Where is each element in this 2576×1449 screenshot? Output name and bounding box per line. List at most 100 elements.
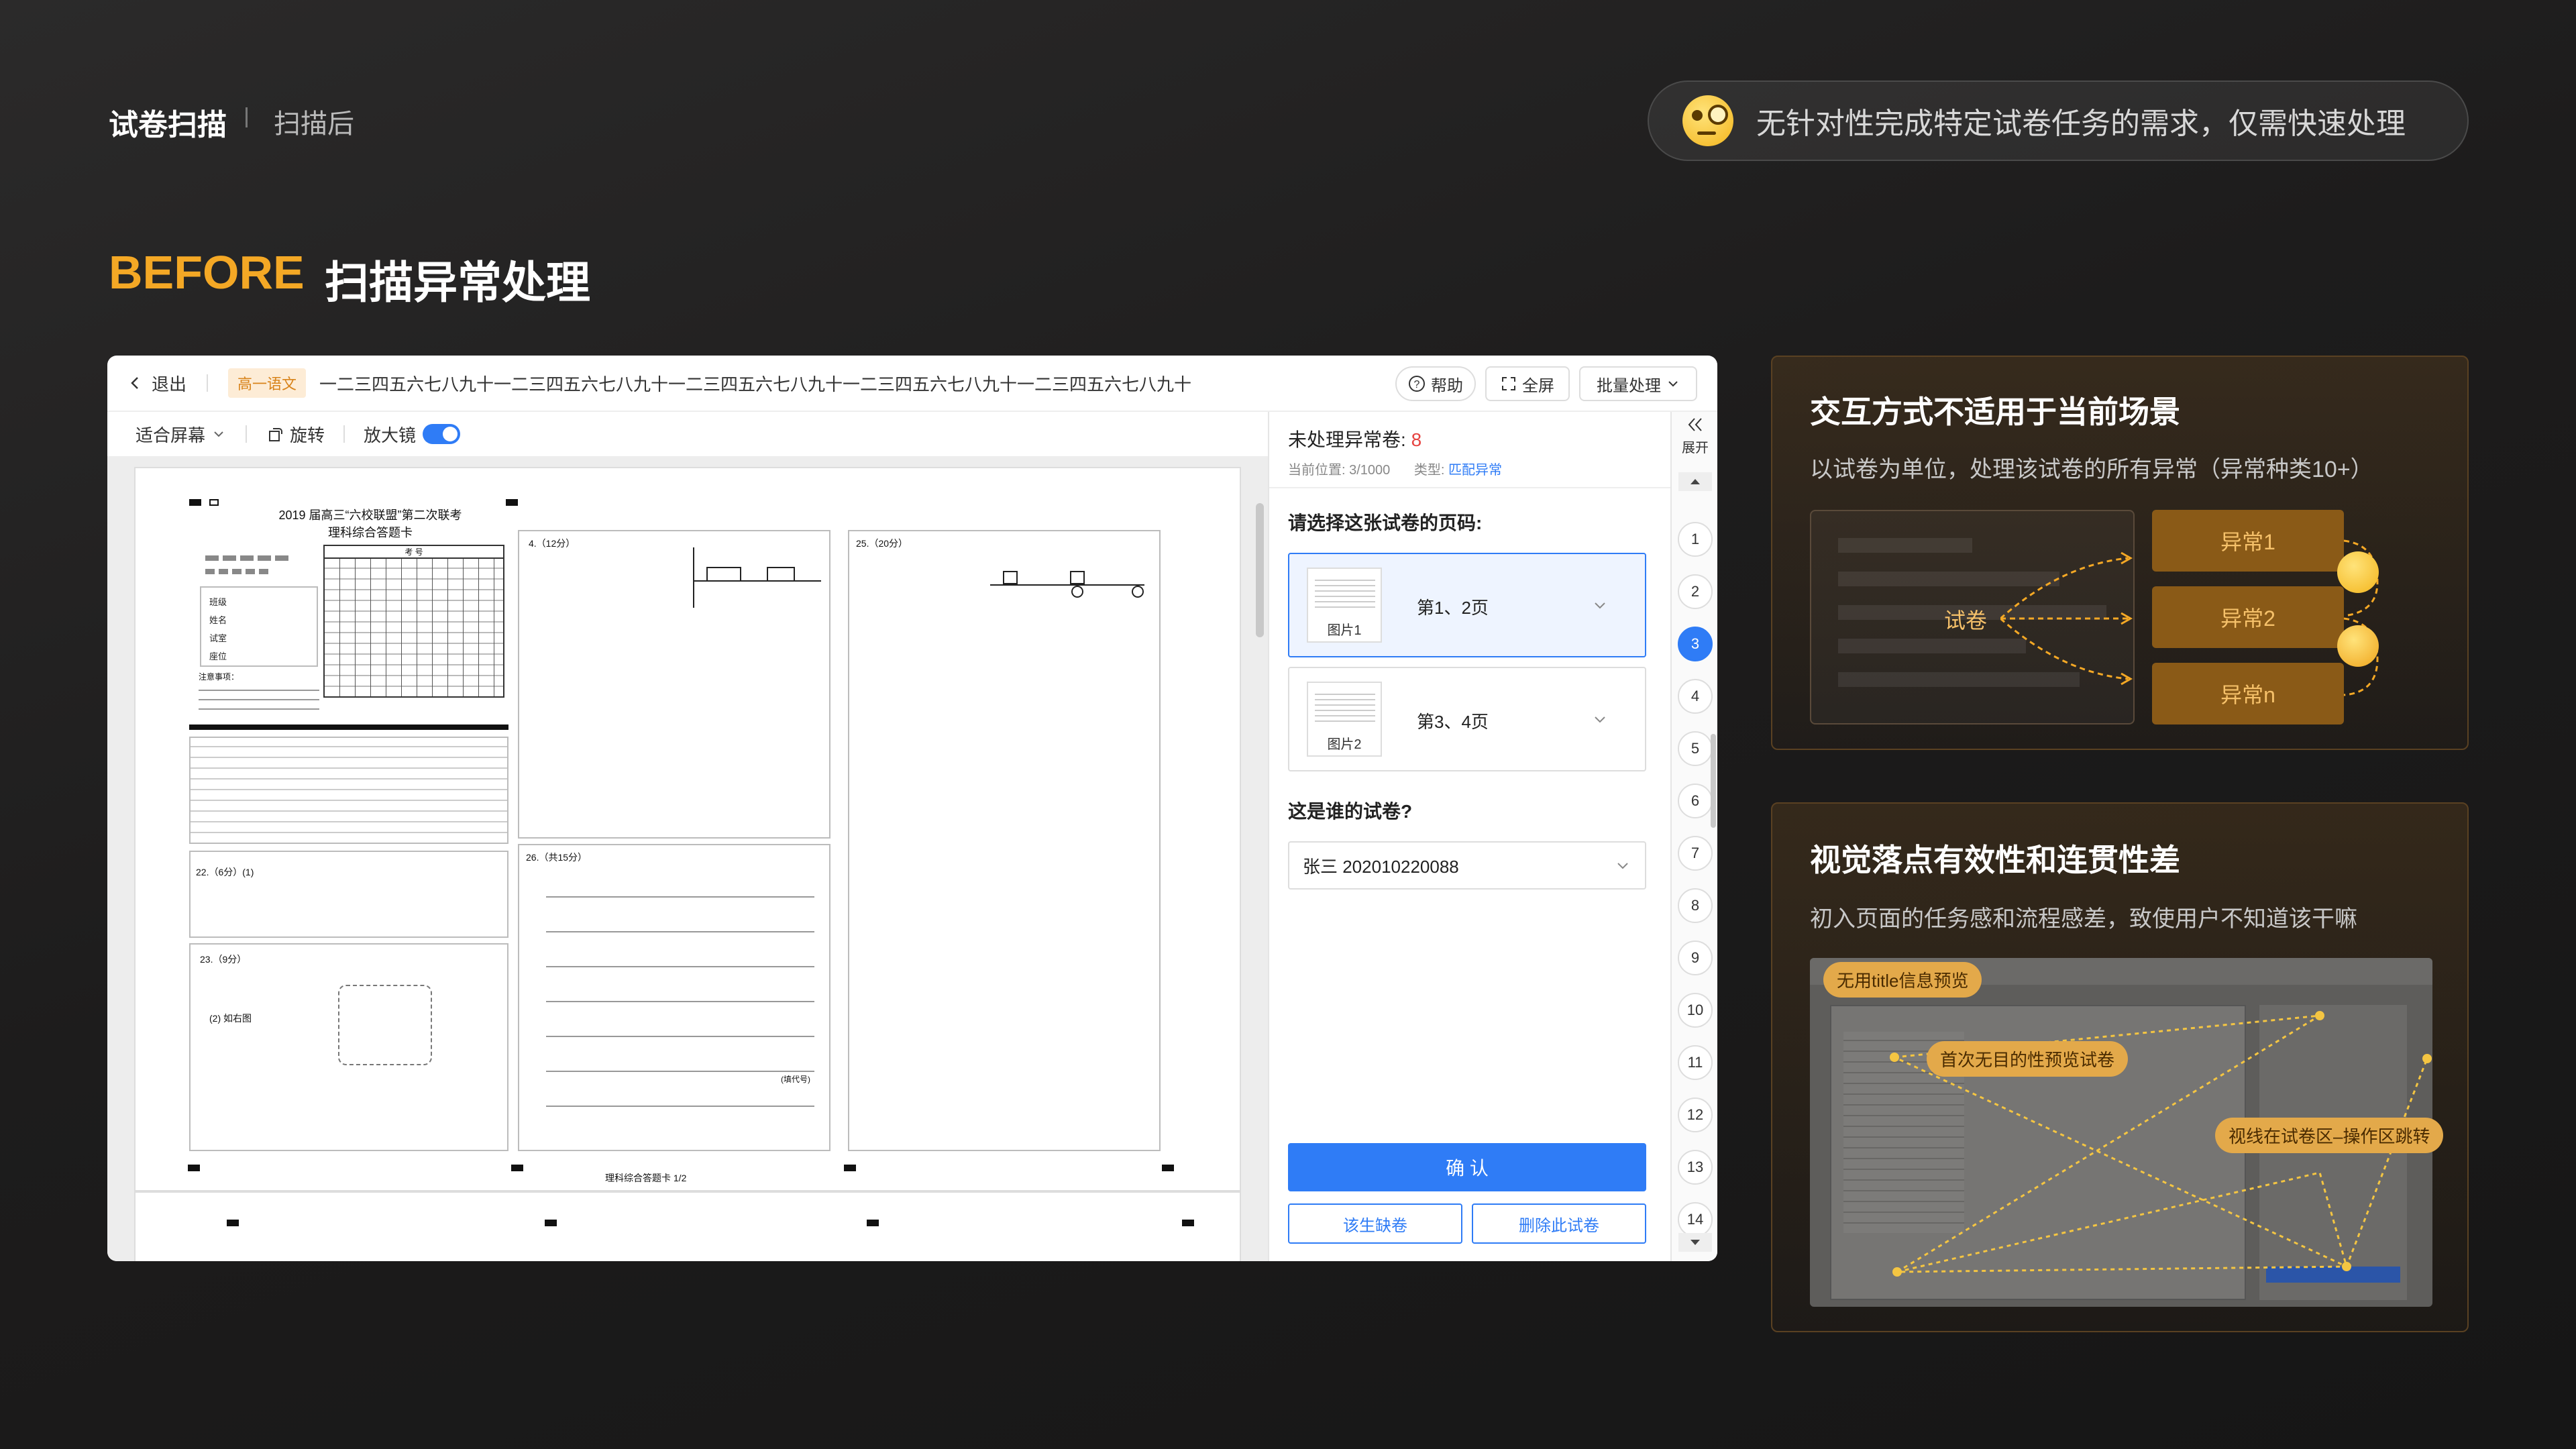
divider <box>207 374 209 392</box>
anomaly-2: 异常2 <box>2152 586 2344 648</box>
page-number-1[interactable]: 1 <box>1678 522 1713 557</box>
mechanics-figure <box>990 571 1144 598</box>
page-number-3[interactable]: 3 <box>1678 627 1713 661</box>
fullscreen-icon <box>1502 377 1515 390</box>
image-option-1[interactable]: 图片1 第1、2页 <box>1288 553 1646 657</box>
viewer-toolbar: 适合屏幕 旋转 放大镜 <box>107 412 1268 456</box>
fit-screen-dropdown[interactable]: 适合屏幕 <box>136 422 225 447</box>
caret-up-icon <box>1690 479 1700 484</box>
rotate-label: 旋转 <box>290 425 325 445</box>
chevron-down-icon <box>1595 602 1605 609</box>
page-select-1: 第1、2页 <box>1417 598 1489 618</box>
pending-label: 未处理异常卷: 8 <box>1288 429 1422 450</box>
confirm-button[interactable]: 确 认 <box>1288 1143 1646 1191</box>
chevron-down-icon <box>214 431 223 437</box>
annotation-tag-preview: 首次无目的性预览试卷 <box>1927 1041 2129 1077</box>
page-select-2: 第3、4页 <box>1417 712 1489 732</box>
delete-paper-button[interactable]: 删除此试卷 <box>1472 1203 1646 1244</box>
exam-title: 一二三四五六七八九十一二三四五六七八九十一二三四五六七八九十一二三四五六七八九十… <box>319 374 1192 394</box>
owner-question: 这是谁的试卷? <box>1288 801 1413 822</box>
divider <box>246 425 248 443</box>
card-text: 以试卷为单位，处理该试卷的所有异常（异常种类10+） <box>1810 457 2373 482</box>
question-26: 26.（共15分） (填代号) <box>518 844 830 1151</box>
scroll-up-button[interactable] <box>1678 472 1712 491</box>
chevron-down-icon <box>1617 863 1628 869</box>
toggle-knob <box>443 427 458 441</box>
help-button[interactable]: ? 帮助 <box>1395 366 1476 401</box>
index-scrollbar[interactable] <box>1711 734 1716 828</box>
divider <box>246 107 248 127</box>
annotation-tag-jump: 视线在试卷区–操作区跳转 <box>2215 1118 2444 1153</box>
card-text: 初入页面的任务感和流程感差，致使用户不知道该干嘛 <box>1810 906 2357 932</box>
anomaly-n: 异常n <box>2152 663 2344 724</box>
thumbnail-2[interactable]: 图片2 <box>1307 682 1382 757</box>
page-number-11[interactable]: 11 <box>1678 1045 1713 1080</box>
student-select[interactable]: 张三 202010220088 <box>1288 841 1646 890</box>
issue-card-interaction: 交互方式不适用于当前场景 以试卷为单位，处理该试卷的所有异常（异常种类10+） … <box>1771 356 2469 750</box>
page-subtitle: 扫描后 <box>274 109 354 139</box>
fullscreen-button[interactable]: 全屏 <box>1485 366 1570 401</box>
batch-process-dropdown[interactable]: 批量处理 <box>1579 366 1697 401</box>
question-23: 23.（9分） (2) 如右图 <box>189 943 508 1151</box>
chevron-down-icon <box>1595 716 1605 723</box>
info-box: 班级 姓名 试室 座位 <box>200 586 318 667</box>
rotate-button[interactable]: 旋转 <box>267 422 325 447</box>
answer-sheet-page-2 <box>134 1191 1241 1261</box>
image-option-2[interactable]: 图片2 第3、4页 <box>1288 667 1646 771</box>
page-number-5[interactable]: 5 <box>1678 731 1713 766</box>
pending-count: 8 <box>1411 429 1422 450</box>
exploding-head-icon <box>2337 625 2379 667</box>
magnifier-label: 放大镜 <box>364 425 417 445</box>
page-number-8[interactable]: 8 <box>1678 888 1713 923</box>
batch-label: 批量处理 <box>1597 376 1661 395</box>
question-4: 4.（12分） <box>518 530 830 839</box>
question-25: 25.（20分） <box>848 530 1161 1151</box>
document-viewer[interactable]: 2019 届高三“六校联盟”第二次联考 理科综合答题卡 班级 姓名 试室 座位 考 号… <box>107 456 1268 1261</box>
paper-index-bar: 展开 1 2 3 4 5 6 7 8 9 10 11 12 13 14 <box>1670 412 1717 1261</box>
chevron-left-icon <box>131 377 138 389</box>
page-number-13[interactable]: 13 <box>1678 1150 1713 1185</box>
expand-toggle[interactable]: 展开 <box>1672 416 1717 456</box>
page-number-2[interactable]: 2 <box>1678 574 1713 609</box>
operation-panel: 未处理异常卷: 8 当前位置: 3/1000 类型: 匹配异常 请选择这张试卷的… <box>1268 412 1672 1261</box>
card-title: 交互方式不适用于当前场景 <box>1810 394 2180 429</box>
fullscreen-label: 全屏 <box>1522 376 1554 395</box>
page-number-6[interactable]: 6 <box>1678 784 1713 818</box>
question-circle-icon: ? <box>1409 376 1425 392</box>
question-22: 22.（6分）(1) <box>189 851 508 938</box>
page-number-12[interactable]: 12 <box>1678 1097 1713 1132</box>
scroll-down-button[interactable] <box>1678 1233 1712 1252</box>
page-number-7[interactable]: 7 <box>1678 836 1713 871</box>
back-label: 退出 <box>152 374 187 394</box>
card-title: 视觉落点有效性和连贯性差 <box>1810 843 2180 877</box>
page-number-4[interactable]: 4 <box>1678 679 1713 714</box>
info-fields: 班级 姓名 试室 座位 <box>209 597 227 661</box>
divider <box>343 425 345 443</box>
page-number-10[interactable]: 10 <box>1678 993 1713 1028</box>
notice-pill: 无针对性完成特定试卷任务的需求，仅需快速处理 <box>1648 80 2469 161</box>
fit-label: 适合屏幕 <box>136 425 206 445</box>
thinking-face-icon <box>2337 551 2379 593</box>
annotation-tag-title: 无用title信息预览 <box>1823 962 1982 998</box>
position-info: 当前位置: 3/1000 类型: 匹配异常 <box>1288 463 1502 478</box>
rotate-icon <box>269 428 283 441</box>
page-number-14[interactable]: 14 <box>1678 1202 1713 1237</box>
student-value: 张三 202010220088 <box>1303 856 1459 877</box>
notice-text: 无针对性完成特定试卷任务的需求，仅需快速处理 <box>1756 107 2406 140</box>
answer-sheet-page: 2019 届高三“六校联盟”第二次联考 理科综合答题卡 班级 姓名 试室 座位 考 号… <box>134 467 1241 1191</box>
page-title: 试卷扫描 <box>109 109 227 142</box>
subject-badge: 高一语文 <box>228 368 307 398</box>
double-chevron-left-icon <box>1688 418 1702 431</box>
app-window: 退出 高一语文 一二三四五六七八九十一二三四五六七八九十一二三四五六七八九十一二… <box>107 356 1717 1261</box>
page-number-9[interactable]: 9 <box>1678 941 1713 975</box>
section-title: 扫描异常处理 <box>325 258 590 307</box>
thumbnail-1[interactable]: 图片1 <box>1307 568 1382 643</box>
viewer-scrollbar[interactable] <box>1256 503 1264 637</box>
back-button[interactable]: 退出 <box>127 371 186 396</box>
magnifier-toggle[interactable] <box>423 424 461 444</box>
caret-down-icon <box>1690 1240 1700 1245</box>
app-topbar: 退出 高一语文 一二三四五六七八九十一二三四五六七八九十一二三四五六七八九十一二… <box>107 356 1717 412</box>
graph-figure <box>693 547 821 608</box>
mark-absent-button[interactable]: 该生缺卷 <box>1288 1203 1462 1244</box>
paper-node: 试卷 <box>1944 608 1988 633</box>
